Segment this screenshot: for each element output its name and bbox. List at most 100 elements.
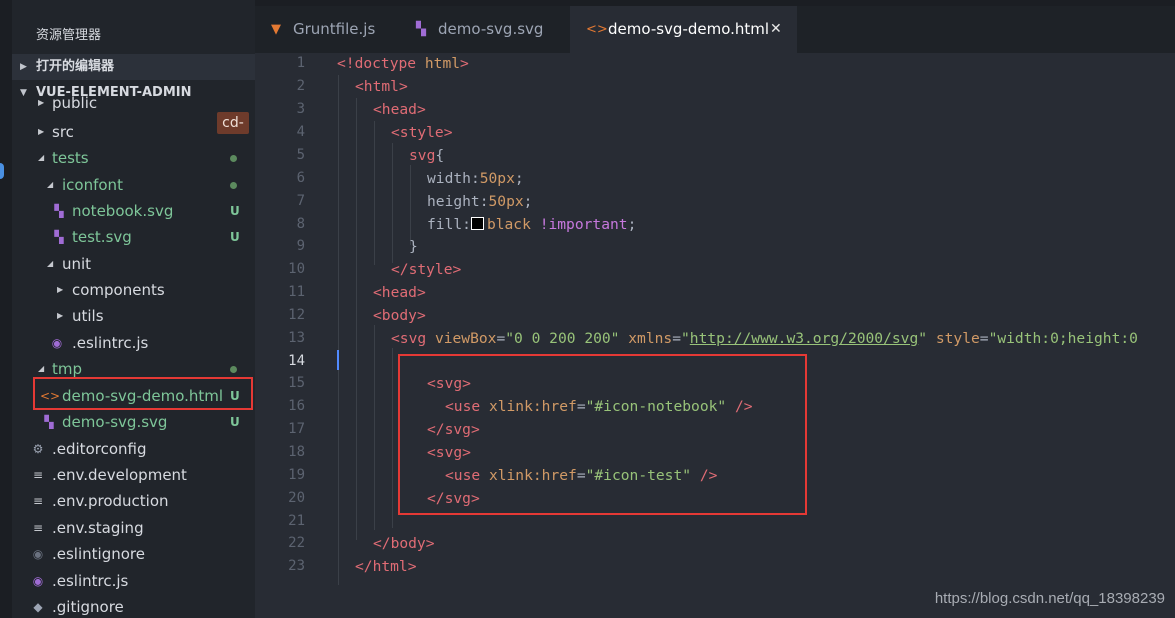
tree-item-test-svg[interactable]: ▚ test.svg U (12, 224, 255, 250)
tree-item-iconfont[interactable]: ◢ iconfont (12, 172, 255, 198)
xmlns-link[interactable]: http://www.w3.org/2000/svg (690, 330, 918, 347)
code-line-6: width:50px; (427, 170, 524, 187)
indent-guide (356, 98, 357, 540)
git-untracked-badge: U (230, 230, 240, 244)
eslint-ignore-icon: ◉ (32, 547, 44, 561)
chevron-right-icon: ▶ (38, 98, 45, 107)
line-number: 3 (296, 101, 305, 117)
chevron-right-icon: ▶ (38, 127, 45, 136)
code-line-23: </html> (355, 558, 417, 575)
git-modified-dot (230, 155, 237, 162)
tree-item-eslintignore[interactable]: ◉ .eslintignore (12, 541, 255, 567)
tree-item-env-staging[interactable]: ≡ .env.staging (12, 515, 255, 541)
line-number: 18 (288, 444, 305, 460)
code-line-5: svg{ (409, 147, 445, 164)
code-editor[interactable]: 1 2 3 4 5 6 7 8 9 10 11 12 13 14 15 16 1… (255, 53, 1175, 618)
indent-guide (338, 75, 339, 585)
highlight-annotation-box (33, 377, 253, 410)
tree-item-notebook-svg[interactable]: ▚ notebook.svg U (12, 198, 255, 224)
tree-item-eslintrc[interactable]: ◉ .eslintrc.js (12, 568, 255, 594)
tree-item-utils[interactable]: ▶ utils (12, 303, 255, 329)
tree-item-editorconfig[interactable]: ⚙ .editorconfig (12, 436, 255, 462)
color-swatch[interactable] (470, 217, 484, 230)
html-file-icon: <> (586, 22, 608, 37)
svg-file-icon: ▚ (44, 415, 54, 429)
line-number: 9 (296, 238, 305, 254)
tree-item-components[interactable]: ▶ components (12, 277, 255, 303)
svg-file-icon: ▚ (54, 230, 64, 244)
line-number: 19 (288, 467, 305, 483)
tree-item-gitignore[interactable]: ◆ .gitignore (12, 594, 255, 618)
line-number: 21 (288, 513, 305, 529)
highlight-annotation-box (398, 354, 807, 515)
svg-file-icon: ▚ (416, 22, 426, 37)
tree-item-unit[interactable]: ◢ unit (12, 251, 255, 277)
grunt-icon: ▼ (271, 22, 281, 37)
code-line-1: <!doctype html> (337, 55, 469, 72)
git-untracked-badge: U (230, 204, 240, 218)
line-number: 5 (296, 147, 305, 163)
open-editors-section[interactable]: ▶ 打开的编辑器 (12, 54, 255, 80)
tab-demo-svg[interactable]: ▚ demo-svg.svg (400, 6, 570, 53)
line-number: 2 (296, 78, 305, 94)
text-file-icon: ≡ (32, 468, 44, 482)
gear-icon: ⚙ (32, 442, 44, 456)
line-number: 13 (288, 330, 305, 346)
line-number: 7 (296, 193, 305, 209)
text-file-icon: ≡ (32, 521, 44, 535)
explorer-title: 资源管理器 (36, 28, 102, 43)
code-area[interactable]: <!doctype html> <html> <head> <style> sv… (337, 53, 1175, 618)
code-line-12: <body> (373, 307, 426, 324)
activity-indicator (0, 163, 4, 179)
line-number-gutter: 1 2 3 4 5 6 7 8 9 10 11 12 13 14 15 16 1… (255, 53, 325, 618)
line-number: 8 (296, 216, 305, 232)
tree-item-env-development[interactable]: ≡ .env.development (12, 462, 255, 488)
code-line-10: </style> (391, 261, 462, 278)
tree-item-tests[interactable]: ◢ tests (12, 145, 255, 171)
tab-gruntfile[interactable]: ▼ Gruntfile.js (255, 6, 400, 53)
watermark: https://blog.csdn.net/qq_18398239 (934, 590, 1165, 607)
code-line-9: } (409, 238, 418, 255)
chevron-down-icon: ◢ (47, 180, 54, 189)
tree-item-demo-svg-svg[interactable]: ▚ demo-svg.svg U (12, 409, 255, 435)
code-line-13: <svg viewBox="0 0 200 200" xmlns="http:/… (391, 330, 1138, 347)
indent-guide (374, 325, 375, 530)
line-number: 16 (288, 398, 305, 414)
code-line-8: fill: black !important; (427, 216, 637, 233)
git-modified-dot (230, 366, 237, 373)
git-untracked-badge: U (230, 415, 240, 429)
line-number: 10 (288, 261, 305, 277)
eslint-icon: ◉ (51, 336, 63, 350)
code-line-2: <html> (355, 78, 408, 95)
line-number: 22 (288, 535, 305, 551)
code-line-7: height:50px; (427, 193, 533, 210)
code-line-22: </body> (373, 535, 435, 552)
line-number: 11 (288, 284, 305, 300)
indent-guide (410, 165, 411, 245)
line-number: 1 (296, 55, 305, 71)
path-tooltip: cd- (217, 112, 249, 134)
tab-demo-svg-demo-html[interactable]: <> demo-svg-demo.html ✕ (570, 6, 797, 53)
code-line-4: <style> (391, 124, 453, 141)
tree-item-env-production[interactable]: ≡ .env.production (12, 488, 255, 514)
indent-guide (392, 143, 393, 263)
chevron-right-icon: ▶ (57, 285, 64, 294)
line-number: 4 (296, 124, 305, 140)
code-line-11: <head> (373, 284, 426, 301)
git-icon: ◆ (33, 600, 43, 614)
line-number-current: 14 (288, 353, 305, 369)
svg-file-icon: ▚ (54, 204, 64, 218)
chevron-right-icon: ▶ (20, 62, 27, 72)
line-number: 15 (288, 375, 305, 391)
text-file-icon: ≡ (32, 494, 44, 508)
code-line-3: <head> (373, 101, 426, 118)
close-icon[interactable]: ✕ (770, 6, 782, 53)
chevron-right-icon: ▶ (57, 311, 64, 320)
editor-tab-bar: ▼ Gruntfile.js ▚ demo-svg.svg <> demo-sv… (255, 6, 1175, 53)
explorer-sidebar: 资源管理器 ▶ 打开的编辑器 ▼ VUE-ELEMENT-ADMIN ▶ pub… (12, 0, 255, 618)
chevron-down-icon: ◢ (38, 153, 45, 162)
line-number: 6 (296, 170, 305, 186)
tree-item-eslintrc-tests[interactable]: ◉ .eslintrc.js (12, 330, 255, 356)
indent-guide (392, 348, 393, 528)
open-editors-label: 打开的编辑器 (36, 59, 115, 74)
